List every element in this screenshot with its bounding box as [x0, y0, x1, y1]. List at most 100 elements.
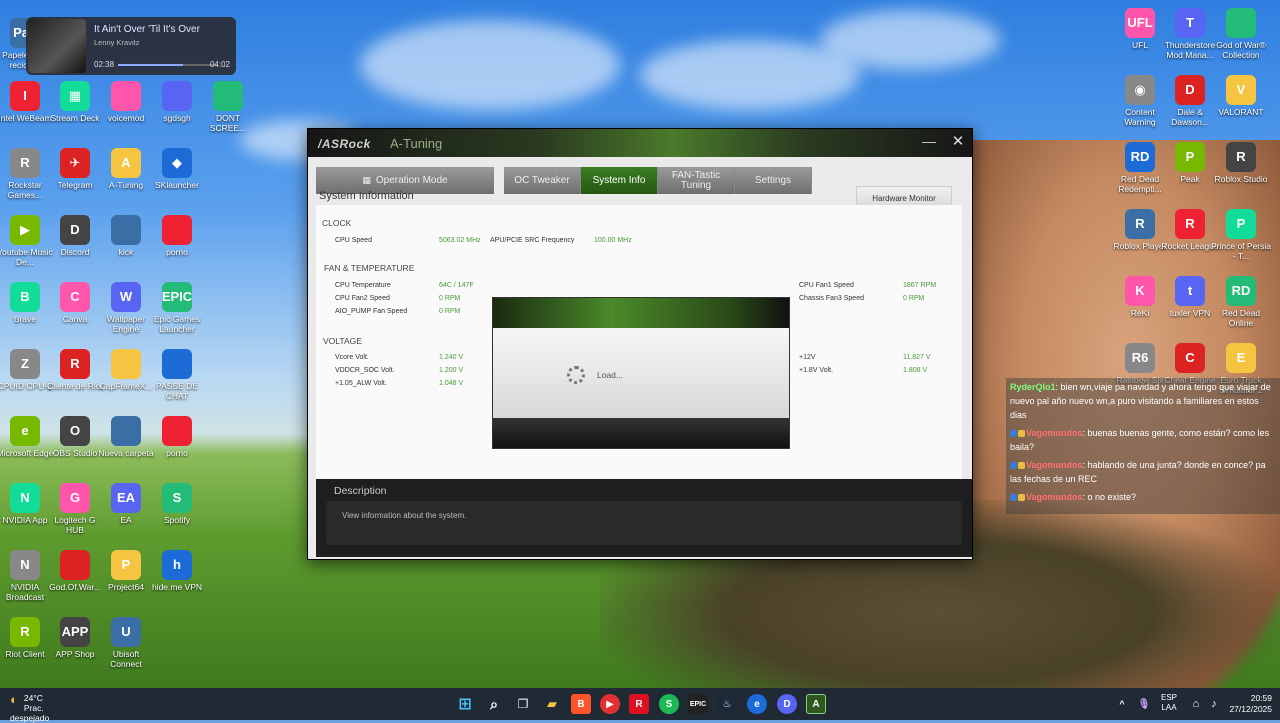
- search-icon[interactable]: ⌕: [484, 694, 504, 714]
- media-progress[interactable]: [118, 64, 218, 66]
- shortcut-icon: [111, 215, 141, 245]
- media-total: 04:02: [209, 60, 230, 69]
- desktop-shortcut[interactable]: P Prince of Persia - T...: [1211, 206, 1271, 272]
- shortcut-icon: ◆: [162, 148, 192, 178]
- shortcut-label: hide.me VPN: [151, 582, 203, 592]
- shortcut-label: VALORANT: [1218, 107, 1264, 117]
- shortcut-icon: h: [162, 550, 192, 580]
- shortcut-icon: C: [60, 282, 90, 312]
- voltage-value: 1.240 V: [439, 354, 464, 361]
- chat-message: Vagomundos: buenas buenas gente, como es…: [1006, 424, 1280, 456]
- epic-games-icon[interactable]: EPIC: [688, 694, 708, 714]
- desktop-shortcut[interactable]: U Ubisoft Connect: [96, 614, 156, 680]
- desktop-shortcut[interactable]: PASSE DE CHAT: [147, 346, 207, 412]
- cpu-speed-value: 5063.02 MHz: [439, 237, 481, 244]
- clock[interactable]: 20:59 27/12/2025: [1229, 693, 1272, 715]
- apu-freq-label: APU/PCIE SRC Frequency: [490, 237, 575, 244]
- weather-temp: 24°C: [23, 693, 43, 703]
- shortcut-icon: E: [1226, 343, 1256, 373]
- fan-right-label: Chassis Fan3 Speed: [799, 295, 864, 302]
- media-elapsed: 02:38: [94, 60, 115, 69]
- shortcut-label: Prince of Persia - T...: [1211, 241, 1271, 261]
- weather-widget[interactable]: ◐ 24°C Prac. despejado: [10, 693, 71, 723]
- spinner-icon: [567, 366, 585, 384]
- shortcut-icon: W: [111, 282, 141, 312]
- tab-system-info[interactable]: System Info: [581, 167, 658, 194]
- chat-message: RyderQlo1: bien wn,viaje pa navidad y ah…: [1006, 378, 1280, 424]
- desktop-shortcut[interactable]: S Spotify: [147, 480, 207, 546]
- shortcut-icon: P: [111, 550, 141, 580]
- tab-settings[interactable]: Settings: [735, 167, 812, 194]
- chevron-up-icon[interactable]: ^: [1112, 694, 1132, 714]
- shortcut-label: Roblox Studio: [1214, 174, 1268, 184]
- section-title: System Information: [319, 190, 414, 202]
- shortcut-icon: S: [162, 483, 192, 513]
- media-widget[interactable]: It Ain't Over 'Til It's Over Lenny Kravi…: [26, 17, 236, 75]
- chat-message: Vagomundos: o no existe?: [1006, 488, 1280, 506]
- file-explorer-icon[interactable]: ▰: [542, 694, 562, 714]
- close-button[interactable]: ✕: [949, 133, 967, 151]
- description-text: View information about the system.: [342, 511, 467, 520]
- spotify-icon[interactable]: S: [659, 694, 679, 714]
- task-view-icon[interactable]: ❐: [513, 694, 533, 714]
- steam-icon[interactable]: ♨: [717, 694, 737, 714]
- shortcut-icon: D: [1175, 75, 1205, 105]
- shortcut-icon: ▦: [60, 81, 90, 111]
- shortcut-icon: R: [60, 349, 90, 379]
- chat-username: Vagomundos: [1026, 460, 1083, 470]
- shortcut-icon: N: [10, 483, 40, 513]
- fan-right-label: CPU Fan1 Speed: [799, 282, 854, 289]
- desktop-shortcut[interactable]: RD Red Dead Online: [1211, 273, 1271, 339]
- description-panel: Description View information about the s…: [316, 479, 972, 557]
- start-icon[interactable]: ⊞: [455, 694, 475, 714]
- shortcut-icon: RD: [1226, 276, 1256, 306]
- shortcut-icon: R: [1175, 209, 1205, 239]
- shortcut-icon: UFL: [1125, 8, 1155, 38]
- desktop-shortcut[interactable]: ◆ SKlauncher: [147, 145, 207, 211]
- shortcut-icon: EA: [111, 483, 141, 513]
- tab-fan-tastic-tuning[interactable]: FAN-Tastic Tuning: [658, 167, 735, 194]
- shortcut-icon: K: [1125, 276, 1155, 306]
- desktop-shortcut[interactable]: h hide.me VPN: [147, 547, 207, 613]
- app-title: A-Tuning: [390, 136, 443, 151]
- desktop-shortcut[interactable]: EPIC Epic Games Launcher: [147, 279, 207, 345]
- shortcut-icon: P: [1175, 142, 1205, 172]
- desktop-shortcut[interactable]: porno: [147, 413, 207, 479]
- a-tuning-taskbar-icon[interactable]: A: [806, 694, 826, 714]
- shortcut-icon: RD: [1125, 142, 1155, 172]
- voltage-value: 1.200 V: [439, 367, 464, 374]
- desktop-shortcut[interactable]: DONT SCREE...: [198, 78, 258, 144]
- weather-text: Prac. despejado: [10, 703, 50, 723]
- microphone-icon[interactable]: 🎙: [1134, 694, 1154, 714]
- shortcut-icon: D: [60, 215, 90, 245]
- riot-icon[interactable]: R: [629, 694, 649, 714]
- discord-icon[interactable]: D: [777, 694, 797, 714]
- voltage-right-value: 11.827 V: [903, 354, 931, 361]
- tab-oc-tweaker[interactable]: OC Tweaker: [504, 167, 581, 194]
- title-bar[interactable]: /ASRock A-Tuning — ✕: [308, 129, 972, 157]
- shortcut-icon: P: [1226, 209, 1256, 239]
- edge-icon[interactable]: e: [747, 694, 767, 714]
- brave-icon[interactable]: B: [571, 694, 591, 714]
- volume-icon[interactable]: ♪: [1204, 694, 1224, 714]
- voltage-label: Vcore Volt.: [335, 354, 369, 361]
- shortcut-icon: [111, 416, 141, 446]
- network-icon[interactable]: ⌂: [1186, 694, 1206, 714]
- desktop-shortcut[interactable]: God of War® Collection: [1211, 5, 1271, 71]
- youtube-music-icon[interactable]: ▶: [600, 694, 620, 714]
- desktop-shortcut[interactable]: V VALORANT: [1211, 72, 1271, 138]
- stream-chat-overlay: RyderQlo1: bien wn,viaje pa navidad y ah…: [1006, 378, 1280, 514]
- fan-value: 0 RPM: [439, 295, 461, 302]
- shortcut-icon: U: [111, 617, 141, 647]
- shortcut-icon: ✈: [60, 148, 90, 178]
- desktop-shortcut[interactable]: R Roblox Studio: [1211, 139, 1271, 205]
- shortcut-label: Red Dead Online: [1221, 308, 1261, 328]
- shortcut-icon: I: [10, 81, 40, 111]
- a-tuning-window: /ASRock A-Tuning — ✕ ▦ Operation Mode OC…: [307, 128, 973, 560]
- chat-text: : o no existe?: [1082, 492, 1137, 502]
- minimize-button[interactable]: —: [920, 134, 938, 150]
- shortcut-icon: R: [1226, 142, 1256, 172]
- desktop-shortcut[interactable]: porno: [147, 212, 207, 278]
- shortcut-icon: [111, 81, 141, 111]
- language-indicator[interactable]: ESP LAA: [1156, 693, 1182, 713]
